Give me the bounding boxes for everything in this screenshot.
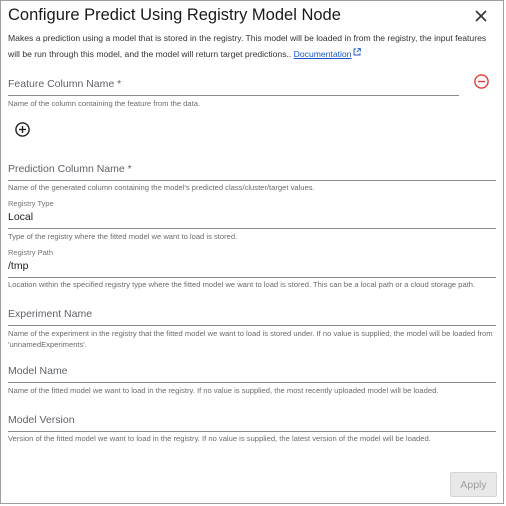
experiment-name-label: Experiment Name bbox=[8, 308, 93, 320]
model-version-label: Model Version bbox=[8, 414, 75, 426]
registry-path-help: Location within the specified registry t… bbox=[8, 280, 476, 289]
feature-column-input[interactable] bbox=[8, 95, 459, 96]
feature-column-label: Feature Column Name * bbox=[8, 78, 122, 90]
registry-path-input[interactable] bbox=[8, 277, 496, 278]
remove-circle-icon[interactable] bbox=[473, 73, 490, 90]
registry-type-label: Registry Type bbox=[8, 199, 54, 208]
model-name-label: Model Name bbox=[8, 365, 68, 377]
model-name-help: Name of the fitted model we want to load… bbox=[8, 386, 439, 395]
registry-path-value[interactable]: /tmp bbox=[8, 260, 28, 272]
model-version-input[interactable] bbox=[8, 431, 496, 432]
apply-button[interactable]: Apply bbox=[450, 472, 497, 497]
close-icon[interactable] bbox=[472, 7, 490, 25]
dialog-description: Makes a prediction using a model that is… bbox=[8, 31, 498, 62]
documentation-link[interactable]: Documentation bbox=[294, 49, 352, 59]
configure-dialog: Configure Predict Using Registry Model N… bbox=[0, 0, 504, 504]
model-name-input[interactable] bbox=[8, 382, 496, 383]
prediction-column-help: Name of the generated column containing … bbox=[8, 183, 315, 192]
description-text: Makes a prediction using a model that is… bbox=[8, 33, 487, 59]
dialog-title: Configure Predict Using Registry Model N… bbox=[8, 6, 341, 24]
registry-type-value[interactable]: Local bbox=[8, 211, 33, 223]
registry-type-input[interactable] bbox=[8, 228, 496, 229]
external-link-icon[interactable] bbox=[353, 46, 362, 56]
add-circle-icon[interactable] bbox=[14, 121, 31, 138]
registry-type-help: Type of the registry where the fitted mo… bbox=[8, 232, 238, 241]
model-version-help: Version of the fitted model we want to l… bbox=[8, 434, 431, 443]
experiment-name-input[interactable] bbox=[8, 325, 496, 326]
prediction-column-input[interactable] bbox=[8, 180, 496, 181]
registry-path-label: Registry Path bbox=[8, 248, 54, 257]
experiment-name-help: Name of the experiment in the registry t… bbox=[8, 329, 493, 349]
feature-column-help: Name of the column containing the featur… bbox=[8, 99, 201, 108]
prediction-column-label: Prediction Column Name * bbox=[8, 163, 132, 175]
